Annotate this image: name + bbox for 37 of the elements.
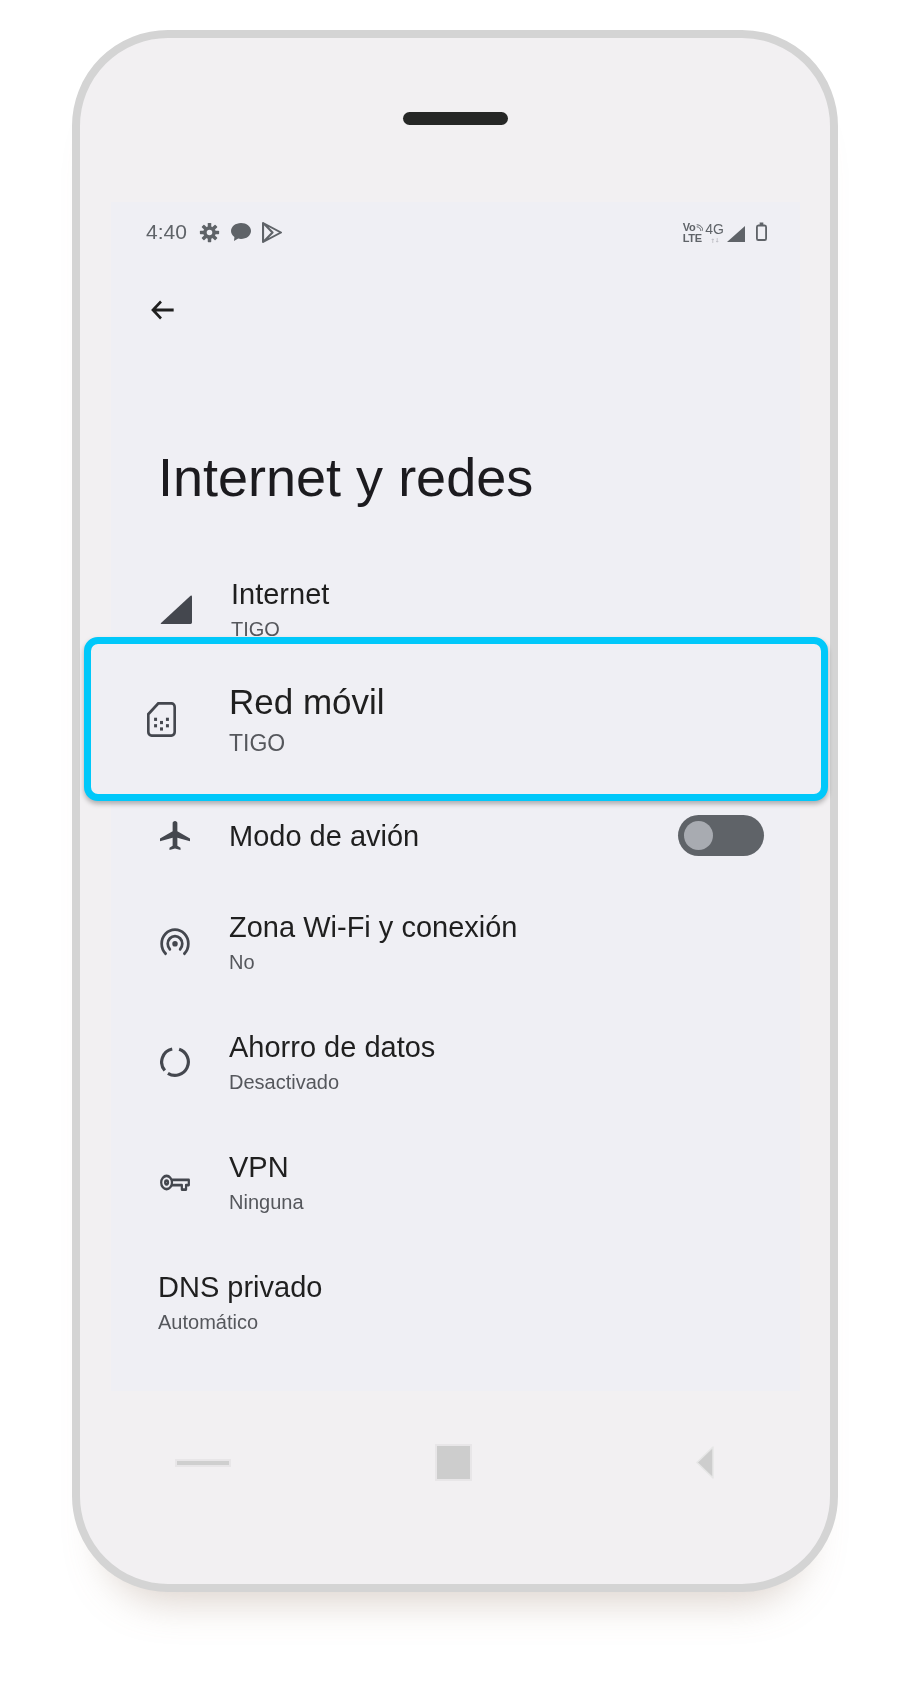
dash-key-icon[interactable] bbox=[177, 1460, 229, 1465]
setting-summary: Ninguna bbox=[229, 1190, 304, 1215]
sim-card-icon bbox=[147, 701, 176, 737]
setting-title[interactable]: Red móvil bbox=[229, 681, 385, 722]
signal-triangle-icon bbox=[727, 226, 745, 242]
network-type-label: 4G bbox=[705, 222, 724, 236]
setting-summary: TIGO bbox=[229, 728, 286, 757]
key-icon bbox=[160, 1173, 190, 1191]
setting-title[interactable]: DNS privado bbox=[158, 1269, 323, 1305]
volte-label: Vo bbox=[682, 222, 696, 233]
gear-icon bbox=[198, 221, 220, 243]
setting-summary: TIGO bbox=[231, 617, 280, 642]
data-arrows-icon bbox=[710, 238, 719, 243]
back-arrow-icon bbox=[151, 300, 175, 320]
play-triangle-icon bbox=[261, 221, 282, 243]
battery-icon bbox=[756, 222, 767, 241]
page-title: Internet y redes bbox=[158, 446, 534, 509]
setting-title[interactable]: Ahorro de datos bbox=[229, 1029, 436, 1065]
toggle-switch[interactable] bbox=[678, 815, 764, 856]
data-saver-ring-icon bbox=[160, 1047, 190, 1077]
signal-triangle-icon bbox=[160, 594, 192, 624]
status-time: 4:40 bbox=[146, 220, 187, 244]
setting-summary: Automático bbox=[158, 1310, 259, 1335]
setting-title[interactable]: VPN bbox=[229, 1149, 289, 1185]
hotspot-icon bbox=[160, 928, 190, 956]
setting-title[interactable]: Internet bbox=[231, 576, 330, 612]
square-key-icon[interactable] bbox=[437, 1446, 470, 1479]
setting-title[interactable]: Modo de avión bbox=[229, 817, 420, 854]
back-triangle-icon[interactable] bbox=[696, 1446, 714, 1479]
volte-label: LTE bbox=[682, 233, 703, 244]
setting-summary: No bbox=[229, 950, 255, 975]
airplane-icon bbox=[160, 821, 190, 850]
setting-summary: Desactivado bbox=[229, 1070, 340, 1095]
chat-bubble-icon bbox=[230, 223, 251, 241]
setting-title[interactable]: Zona Wi-Fi y conexión bbox=[229, 909, 518, 945]
signal-arcs-icon bbox=[696, 224, 704, 231]
switch-thumb bbox=[684, 821, 713, 850]
